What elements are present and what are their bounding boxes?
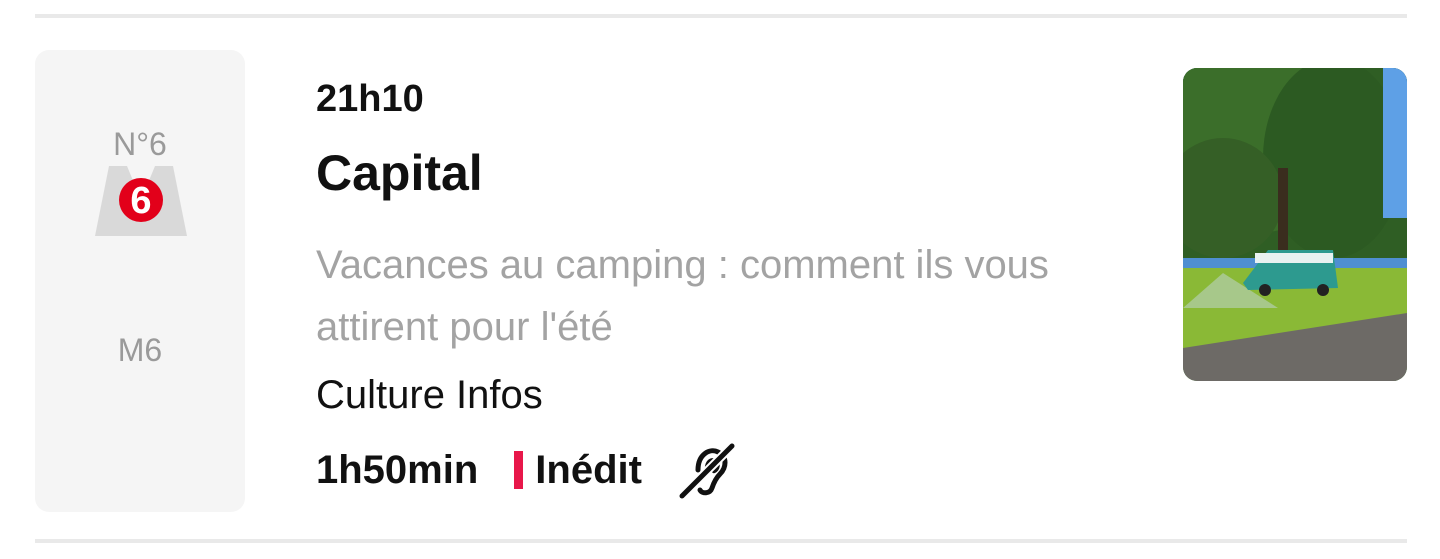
program-time: 21h10	[316, 78, 424, 120]
channel-number: N°6	[113, 126, 167, 162]
channel-card[interactable]: N°6 6 M6	[35, 50, 245, 512]
bottom-divider	[35, 539, 1407, 543]
program-meta: 1h50min Inédit	[316, 440, 736, 500]
inedit-marker	[514, 451, 524, 489]
program-category: Culture Infos	[316, 373, 543, 417]
m6-logo-icon: 6	[95, 166, 187, 236]
program-title[interactable]: Capital	[316, 144, 483, 202]
channel-name: M6	[117, 332, 163, 368]
inedit-badge: Inédit	[535, 447, 642, 492]
top-divider	[35, 14, 1407, 18]
svg-text:6: 6	[130, 180, 151, 222]
program-subtitle: Vacances au camping : comment ils vous a…	[316, 243, 1049, 349]
program-thumbnail[interactable]	[1183, 68, 1407, 381]
program-duration: 1h50min	[316, 447, 479, 492]
camping-photo	[1183, 68, 1407, 381]
hearing-impaired-icon	[677, 441, 736, 500]
